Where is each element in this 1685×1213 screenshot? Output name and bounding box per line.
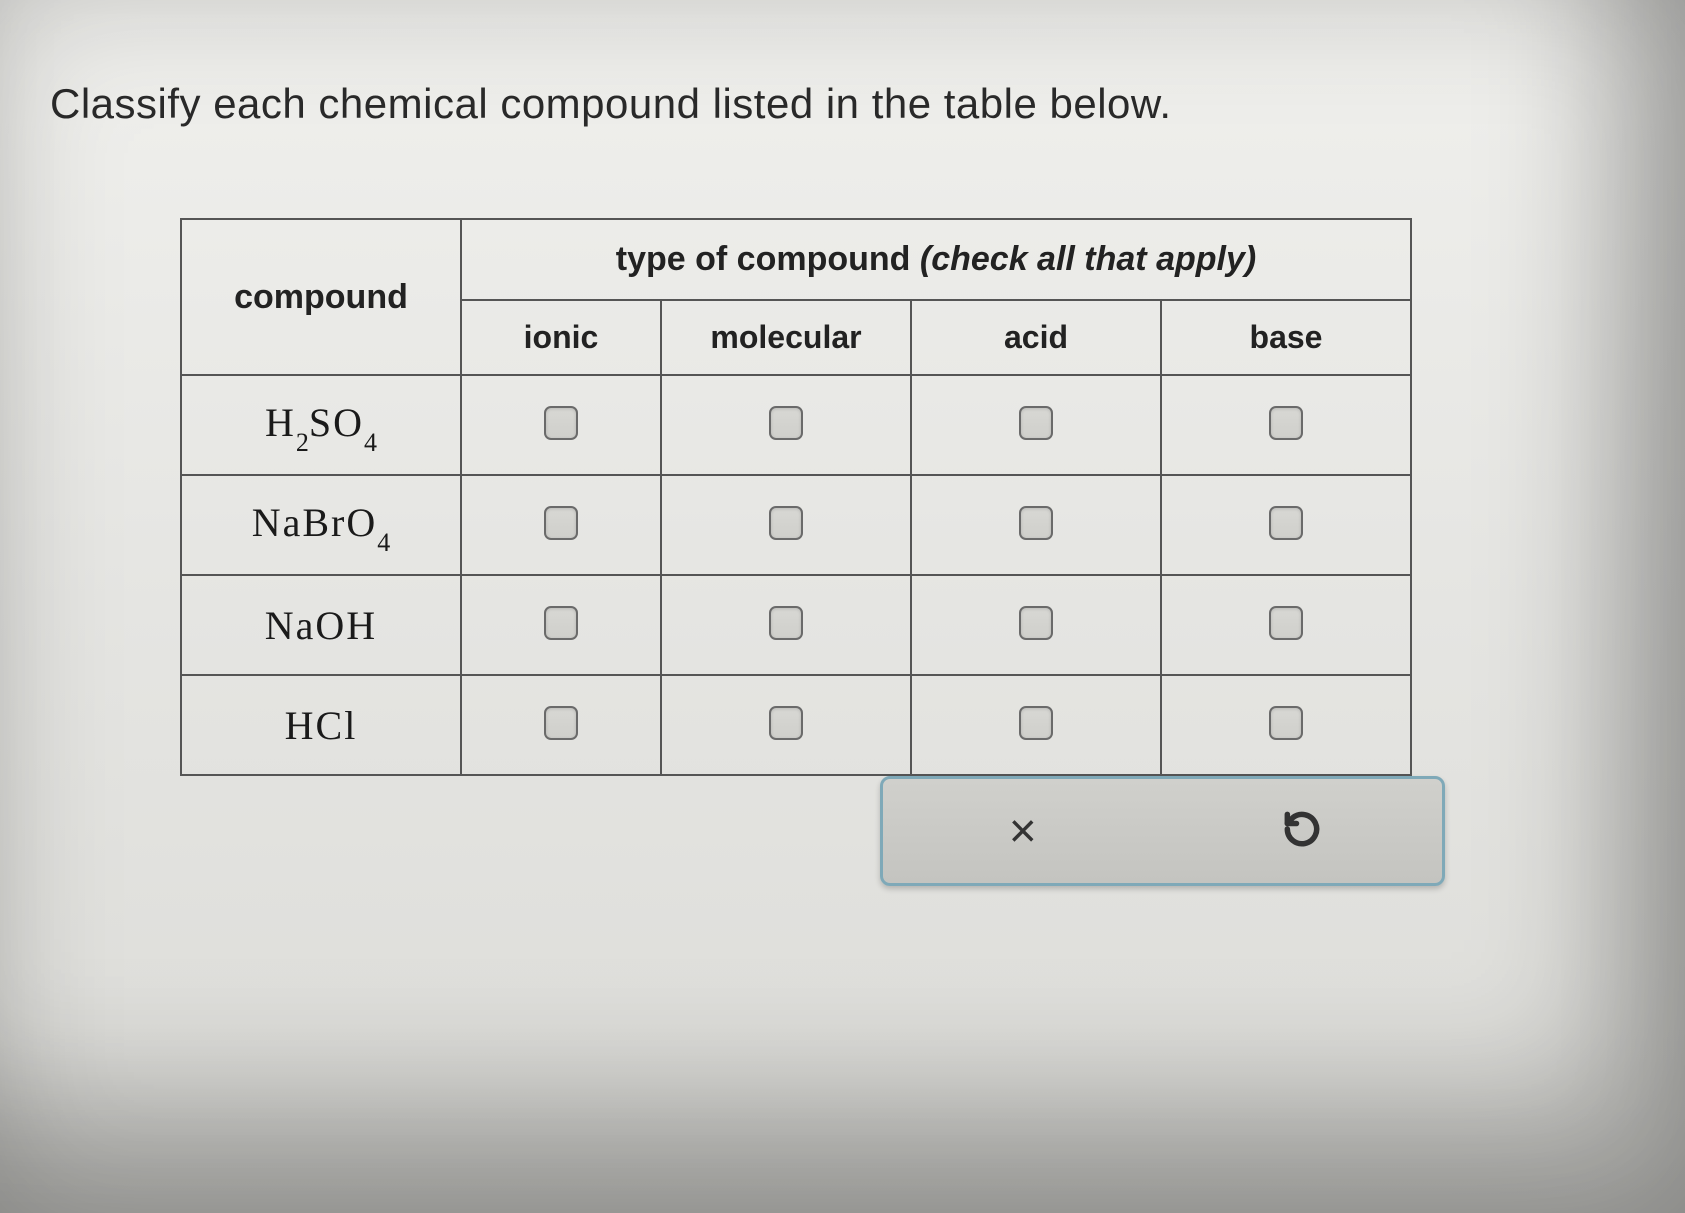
close-icon: × xyxy=(1009,804,1037,859)
control-bar: × xyxy=(880,776,1445,886)
table-row: HCl xyxy=(181,675,1411,775)
checkbox-molecular[interactable] xyxy=(769,606,803,640)
checkbox-ionic[interactable] xyxy=(544,606,578,640)
header-ionic: ionic xyxy=(461,300,661,375)
checkbox-ionic[interactable] xyxy=(544,506,578,540)
checkbox-acid[interactable] xyxy=(1019,506,1053,540)
header-base: base xyxy=(1161,300,1411,375)
checkbox-base[interactable] xyxy=(1269,606,1303,640)
header-type-prefix: type of compound xyxy=(616,240,920,278)
checkbox-base[interactable] xyxy=(1269,406,1303,440)
header-compound: compound xyxy=(181,219,461,375)
checkbox-ionic[interactable] xyxy=(544,706,578,740)
checkbox-acid[interactable] xyxy=(1019,606,1053,640)
checkbox-molecular[interactable] xyxy=(769,406,803,440)
header-molecular: molecular xyxy=(661,300,911,375)
table-row: NaBrO4 xyxy=(181,475,1411,575)
compound-cell: NaBrO4 xyxy=(181,475,461,575)
checkbox-base[interactable] xyxy=(1269,506,1303,540)
header-acid: acid xyxy=(911,300,1161,375)
checkbox-molecular[interactable] xyxy=(769,506,803,540)
header-type: type of compound (check all that apply) xyxy=(461,219,1411,300)
checkbox-acid[interactable] xyxy=(1019,406,1053,440)
checkbox-acid[interactable] xyxy=(1019,706,1053,740)
clear-button[interactable]: × xyxy=(993,801,1053,861)
header-type-suffix: (check all that apply) xyxy=(920,240,1256,278)
table-row: NaOH xyxy=(181,575,1411,675)
question-text: Classify each chemical compound listed i… xyxy=(50,80,1635,128)
checkbox-molecular[interactable] xyxy=(769,706,803,740)
reset-button[interactable] xyxy=(1272,801,1332,861)
compound-table: compound type of compound (check all tha… xyxy=(180,218,1412,776)
reset-icon xyxy=(1280,807,1324,856)
checkbox-base[interactable] xyxy=(1269,706,1303,740)
compound-cell: HCl xyxy=(181,675,461,775)
table-row: H2SO4 xyxy=(181,375,1411,475)
compound-cell: H2SO4 xyxy=(181,375,461,475)
checkbox-ionic[interactable] xyxy=(544,406,578,440)
compound-cell: NaOH xyxy=(181,575,461,675)
